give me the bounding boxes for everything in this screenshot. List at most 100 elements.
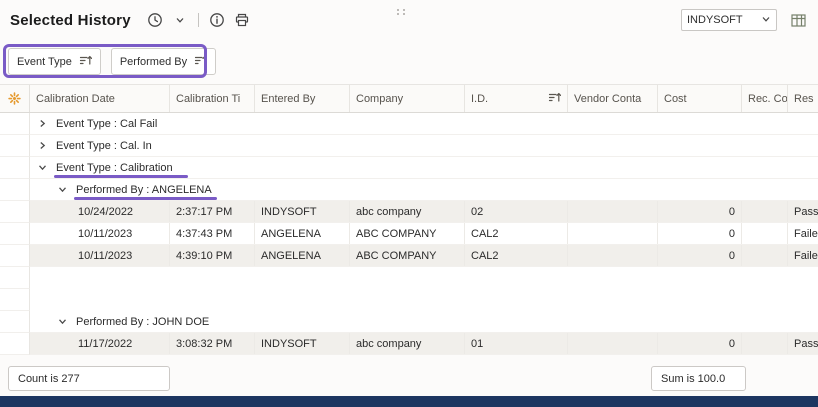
- empty-row: [0, 267, 818, 289]
- cell-res: Faile: [788, 245, 818, 266]
- table-row[interactable]: 10/11/20234:37:43 PMANGELENAABC COMPANYC…: [0, 223, 818, 245]
- column-header-label: Calibration Ti: [176, 93, 240, 105]
- user-dropdown[interactable]: INDYSOFT: [681, 9, 777, 31]
- column-header-label: Res: [794, 93, 814, 105]
- cell-res: Pass: [788, 201, 818, 222]
- group-row-label: Performed By : JOHN DOE: [76, 316, 209, 328]
- expand-chevron-icon[interactable]: [38, 141, 47, 150]
- collapse-chevron-icon[interactable]: [58, 317, 67, 326]
- selected-history-panel: Selected History INDYSOFT: [0, 0, 818, 407]
- collapse-chevron-icon[interactable]: [58, 185, 67, 194]
- summary-footer: Count is 277 Sum is 100.0: [0, 357, 818, 396]
- cell-company: abc company: [350, 201, 465, 222]
- empty-row: [0, 289, 818, 311]
- customize-icon[interactable]: [0, 85, 30, 112]
- cell-cost: 0: [658, 245, 742, 266]
- group-row[interactable]: Event Type : Cal. In: [0, 135, 818, 157]
- cell-res: Pass: [788, 333, 818, 354]
- cell-entered-by: INDYSOFT: [255, 201, 350, 222]
- cell-i-d: CAL2: [465, 245, 568, 266]
- row-indicator-cell: [0, 289, 30, 311]
- cell-res: Faile: [788, 223, 818, 244]
- grid-rows: Event Type : Cal Fail Event Type : Cal. I…: [0, 113, 818, 355]
- layout-grid-icon[interactable]: [788, 10, 808, 30]
- column-header-company[interactable]: Company: [350, 85, 465, 112]
- row-indicator-cell: [0, 179, 30, 201]
- cell-company: abc company: [350, 333, 465, 354]
- group-row-label: Event Type : Cal Fail: [56, 118, 157, 130]
- column-header-vendor-conta[interactable]: Vendor Conta: [568, 85, 658, 112]
- cell-company: ABC COMPANY: [350, 245, 465, 266]
- title-bar: Selected History INDYSOFT: [0, 0, 818, 40]
- printer-icon[interactable]: [232, 10, 252, 30]
- sort-icon: [548, 92, 561, 106]
- group-row[interactable]: Performed By : ANGELENA: [0, 179, 818, 201]
- column-header-i-d[interactable]: I.D.: [465, 85, 568, 112]
- cell-vendor-conta: [568, 201, 658, 222]
- group-row[interactable]: Performed By : JOHN DOE: [0, 311, 818, 333]
- cell-rec-co: [742, 333, 788, 354]
- collapse-chevron-icon[interactable]: [38, 163, 47, 172]
- column-headers: Calibration Date Calibration Ti Entered By…: [30, 85, 818, 112]
- chevron-down-icon[interactable]: [170, 10, 190, 30]
- row-indicator-cell: [0, 333, 30, 355]
- table-row[interactable]: 10/11/20234:39:10 PMANGELENAABC COMPANYC…: [0, 245, 818, 267]
- dropdown-value: INDYSOFT: [687, 14, 761, 26]
- dock-handle-icon: [395, 3, 407, 21]
- cell-vendor-conta: [568, 223, 658, 244]
- column-header-calibration-ti[interactable]: Calibration Ti: [170, 85, 255, 112]
- cell-i-d: CAL2: [465, 223, 568, 244]
- toolbar-icons: [145, 10, 252, 30]
- count-summary: Count is 277: [8, 366, 170, 391]
- cell-rec-co: [742, 245, 788, 266]
- cell-vendor-conta: [568, 245, 658, 266]
- cell-calibration-date: 11/17/2022: [30, 333, 170, 354]
- grid-column-header-row: Calibration Date Calibration Ti Entered By…: [0, 84, 818, 113]
- cell-i-d: 02: [465, 201, 568, 222]
- group-row[interactable]: Event Type : Cal Fail: [0, 113, 818, 135]
- column-header-label: Rec. Co: [748, 93, 788, 105]
- group-row[interactable]: Event Type : Calibration: [0, 157, 818, 179]
- column-header-cost[interactable]: Cost: [658, 85, 742, 112]
- cell-calibration-date: 10/11/2023: [30, 223, 170, 244]
- row-indicator-cell: [0, 201, 30, 223]
- cell-calibration-ti: 3:08:32 PM: [170, 333, 255, 354]
- info-icon[interactable]: [207, 10, 227, 30]
- cell-rec-co: [742, 223, 788, 244]
- column-header-res[interactable]: Res: [788, 85, 818, 112]
- group-pill-label: Event Type: [17, 56, 72, 68]
- cell-cost: 0: [658, 223, 742, 244]
- cell-entered-by: INDYSOFT: [255, 333, 350, 354]
- sort-icon: [194, 55, 207, 69]
- group-pill-event-type[interactable]: Event Type: [8, 48, 101, 75]
- row-indicator-cell: [0, 113, 30, 135]
- history-clock-icon[interactable]: [145, 10, 165, 30]
- table-row[interactable]: 10/24/20222:37:17 PMINDYSOFTabc company0…: [0, 201, 818, 223]
- cell-calibration-date: 10/11/2023: [30, 245, 170, 266]
- toolbar-separator: [198, 13, 199, 27]
- sort-icon: [79, 55, 92, 69]
- column-header-label: Calibration Date: [36, 93, 115, 105]
- cell-vendor-conta: [568, 333, 658, 354]
- chevron-down-icon: [761, 14, 771, 27]
- cell-cost: 0: [658, 333, 742, 354]
- group-pill-label: Performed By: [120, 56, 187, 68]
- group-pill-performed-by[interactable]: Performed By: [111, 48, 216, 75]
- cell-cost: 0: [658, 201, 742, 222]
- row-indicator-cell: [0, 223, 30, 245]
- expand-chevron-icon[interactable]: [38, 119, 47, 128]
- row-indicator-cell: [0, 157, 30, 179]
- group-row-label: Event Type : Calibration: [56, 162, 173, 174]
- cell-entered-by: ANGELENA: [255, 245, 350, 266]
- column-header-rec-co[interactable]: Rec. Co: [742, 85, 788, 112]
- cell-company: ABC COMPANY: [350, 223, 465, 244]
- column-header-label: Vendor Conta: [574, 93, 641, 105]
- group-by-bar: Event Type Performed By: [0, 40, 818, 84]
- page-title: Selected History: [10, 12, 131, 29]
- group-row-label: Performed By : ANGELENA: [76, 184, 212, 196]
- table-row[interactable]: 11/17/20223:08:32 PMINDYSOFTabc company 0…: [0, 333, 818, 355]
- column-header-calibration-date[interactable]: Calibration Date: [30, 85, 170, 112]
- column-header-entered-by[interactable]: Entered By: [255, 85, 350, 112]
- cell-calibration-ti: 4:37:43 PM: [170, 223, 255, 244]
- row-indicator-cell: [0, 311, 30, 333]
